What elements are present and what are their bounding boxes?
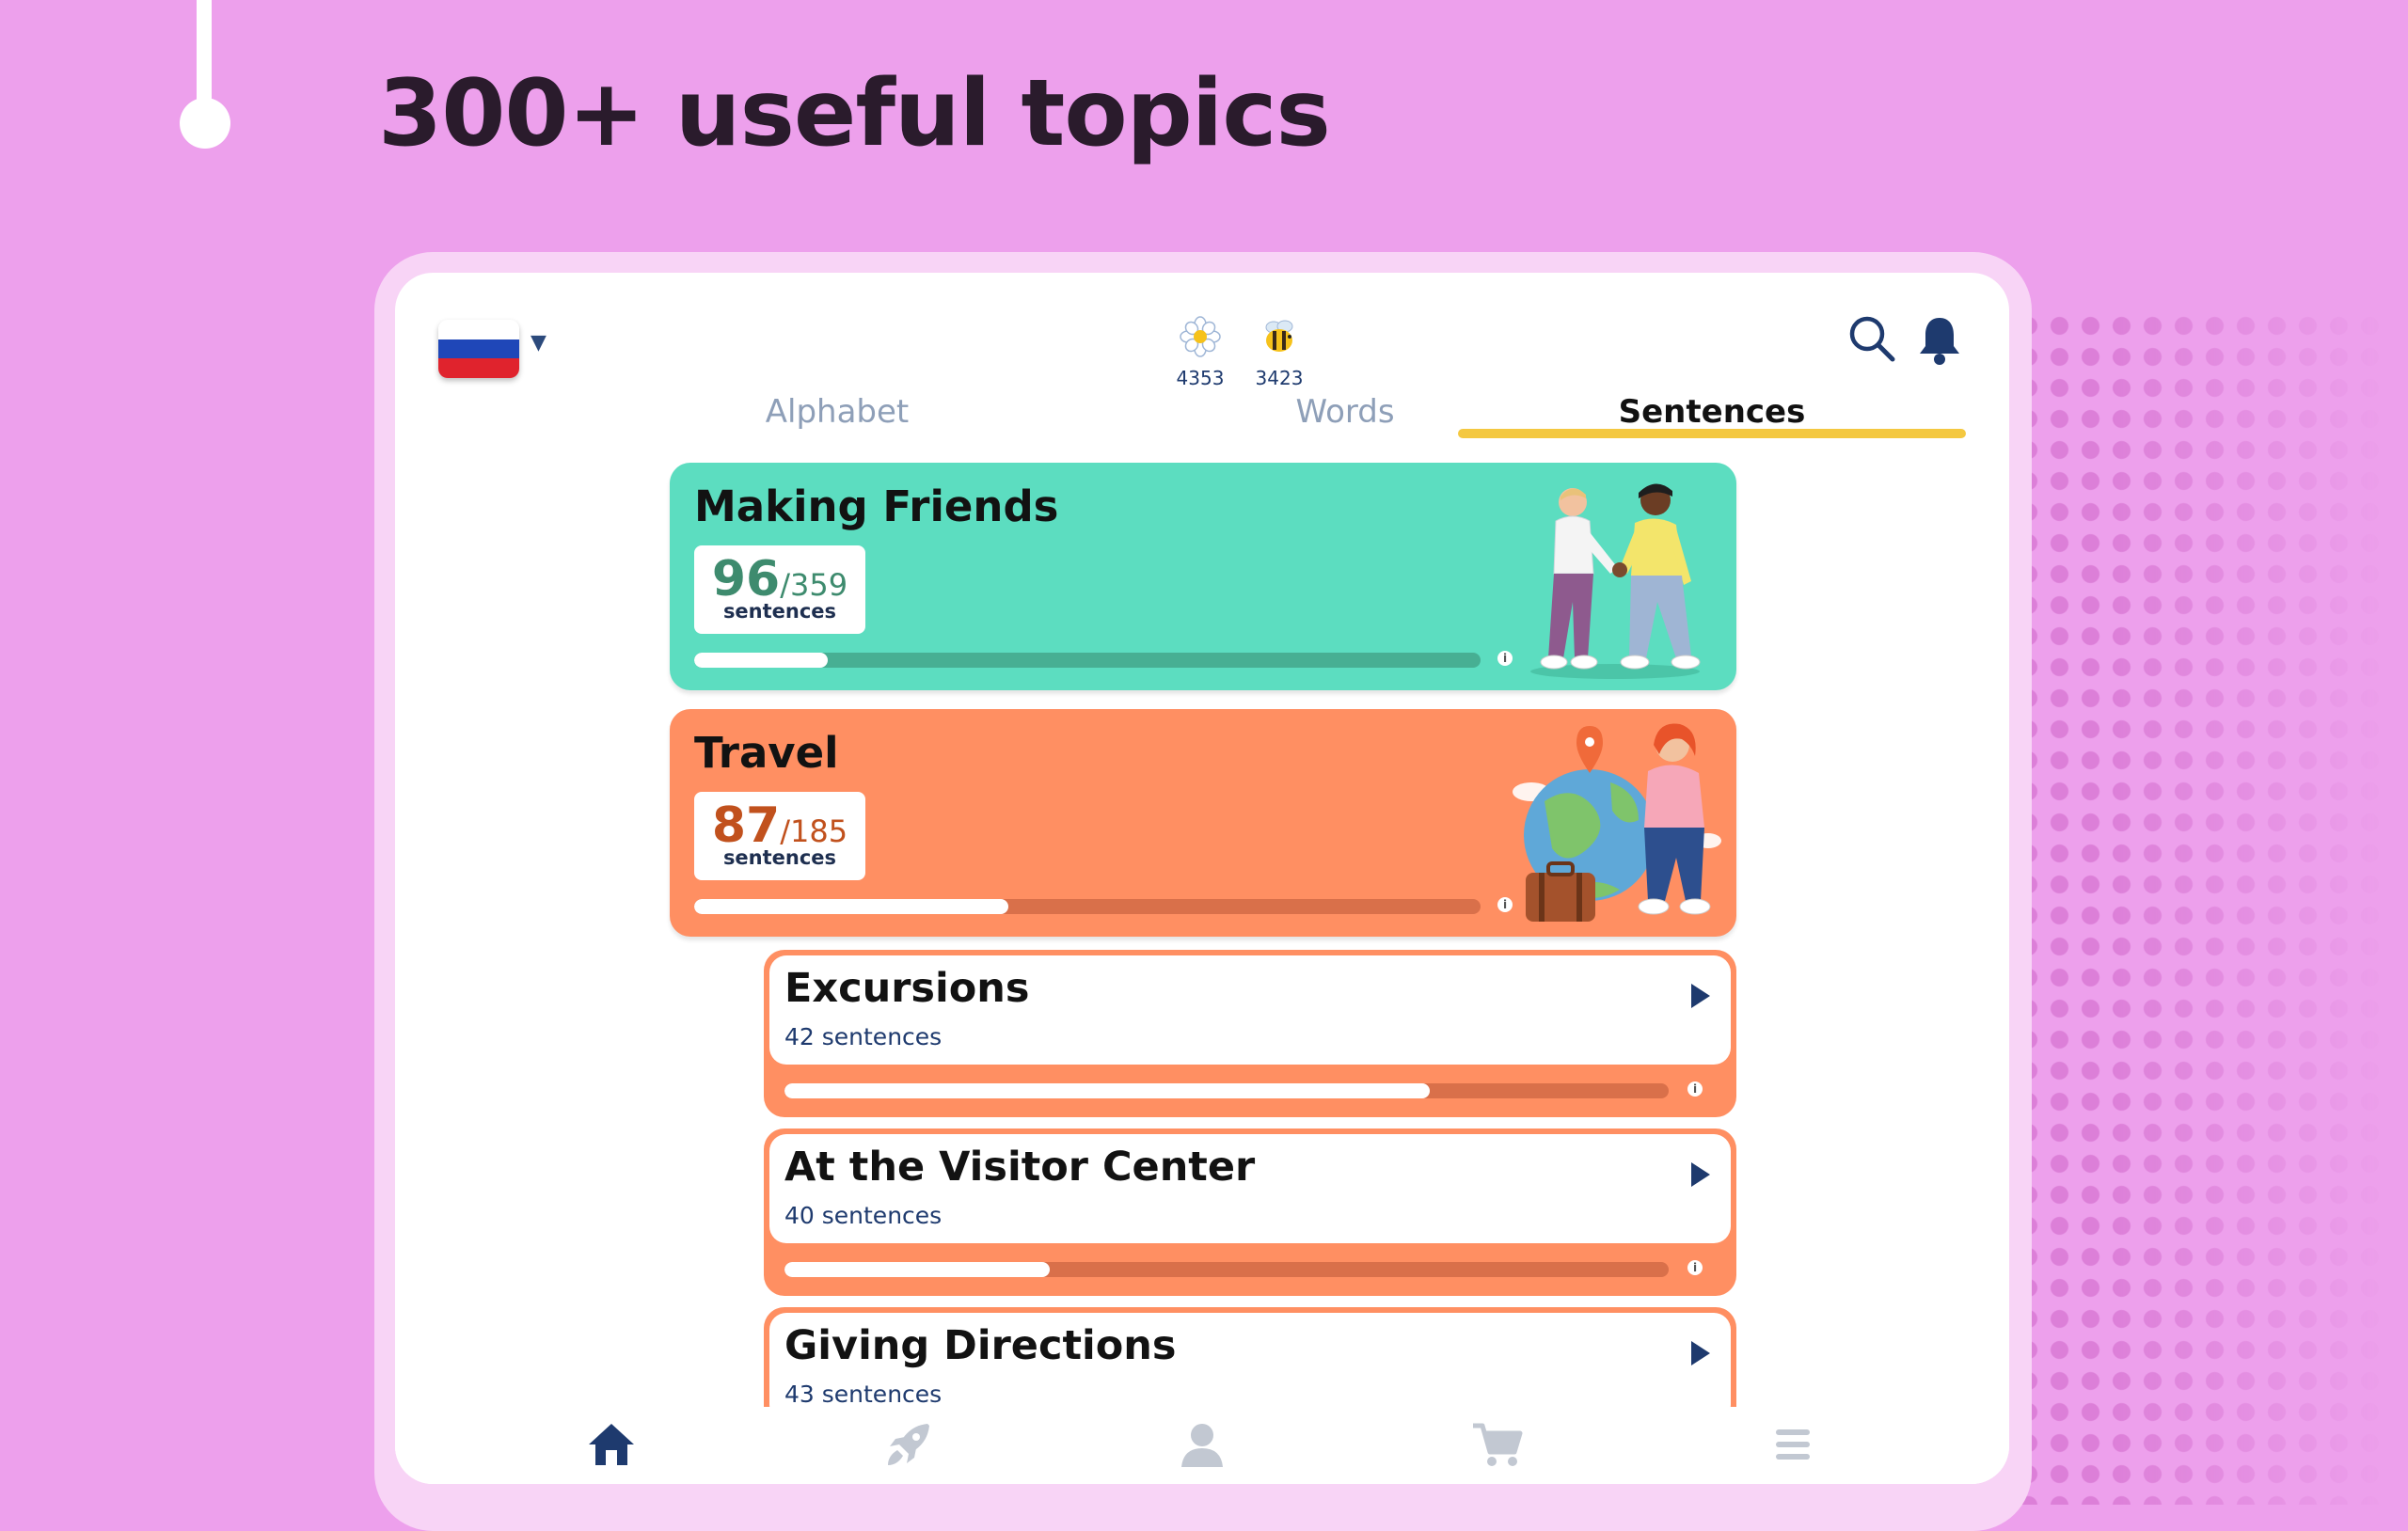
subtopic-count: 43 sentences: [784, 1381, 943, 1408]
travel-globe-illustration: [1513, 723, 1721, 922]
timeline-dot: [180, 98, 230, 149]
flower-count: 4353: [1176, 367, 1225, 389]
subtopic-title: Excursions: [784, 965, 1030, 1012]
subtopic-card-body: Excursions 42 sentences: [769, 955, 1731, 1065]
flower-stat[interactable]: 4353: [1163, 316, 1238, 388]
flower-icon: [1163, 316, 1238, 368]
subtopic-count: 42 sentences: [784, 1023, 943, 1050]
sentences-total: /359: [780, 567, 848, 603]
tab-sentences[interactable]: Sentences: [1460, 393, 1964, 431]
app-screen: ▼ 4353 3423 Alphabet Words Sentences Mak…: [395, 273, 2009, 1484]
topic-card-travel[interactable]: Travel 87/185 sentences i: [670, 709, 1736, 937]
progress-bar: [784, 1083, 1669, 1098]
subtopic-title: Giving Directions: [784, 1322, 1177, 1369]
progress-fill: [694, 653, 829, 668]
progress-fill: [784, 1262, 1050, 1277]
rocket-icon[interactable]: [880, 1416, 937, 1473]
topic-title: Making Friends: [694, 481, 1059, 531]
info-icon[interactable]: i: [1687, 1260, 1703, 1275]
russia-flag-icon[interactable]: [438, 320, 519, 378]
bee-icon: [1242, 316, 1317, 368]
subtopic-title: At the Visitor Center: [784, 1144, 1256, 1191]
play-icon[interactable]: [1691, 984, 1710, 1008]
progress-bar: [694, 653, 1481, 668]
sentences-done: 96: [711, 551, 781, 608]
progress-fill: [694, 899, 1009, 914]
active-tab-indicator: [1458, 429, 1966, 438]
timeline-line: [197, 0, 212, 113]
bottom-navigation: [395, 1407, 2009, 1484]
subtopic-card-excursions[interactable]: Excursions 42 sentences i: [764, 950, 1736, 1117]
home-icon[interactable]: [583, 1416, 640, 1473]
subtopic-card-body: At the Visitor Center 40 sentences: [769, 1134, 1731, 1243]
sentence-count-box: 96/359 sentences: [694, 545, 865, 634]
subtopic-card-body: Giving Directions 43 sentences: [769, 1313, 1731, 1422]
search-icon[interactable]: [1847, 314, 1896, 367]
subtopic-count: 40 sentences: [784, 1202, 943, 1229]
sentences-total: /185: [780, 813, 848, 849]
progress-bar: [784, 1262, 1669, 1277]
info-icon[interactable]: i: [1687, 1081, 1703, 1097]
sentence-count-box: 87/185 sentences: [694, 792, 865, 880]
play-icon[interactable]: [1691, 1341, 1710, 1365]
bell-icon[interactable]: [1915, 314, 1964, 371]
bee-stat[interactable]: 3423: [1242, 316, 1317, 388]
topic-card-making-friends[interactable]: Making Friends 96/359 sentences i: [670, 463, 1736, 690]
subtopic-card-visitor-center[interactable]: At the Visitor Center 40 sentences i: [764, 1129, 1736, 1296]
progress-fill: [784, 1083, 1431, 1098]
chevron-down-icon[interactable]: ▼: [531, 331, 547, 355]
tab-alphabet[interactable]: Alphabet: [585, 393, 1089, 431]
cart-icon[interactable]: [1469, 1416, 1526, 1473]
profile-icon[interactable]: [1174, 1416, 1230, 1473]
topic-title: Travel: [694, 728, 839, 778]
promo-headline: 300+ useful topics: [378, 60, 1331, 167]
menu-icon[interactable]: [1765, 1416, 1821, 1473]
decorative-dot-pattern: [2013, 310, 2408, 1505]
sentences-done: 87: [711, 797, 781, 854]
progress-bar: [694, 899, 1481, 914]
handshake-illustration: [1530, 483, 1701, 679]
bee-count: 3423: [1255, 367, 1304, 389]
play-icon[interactable]: [1691, 1162, 1710, 1187]
